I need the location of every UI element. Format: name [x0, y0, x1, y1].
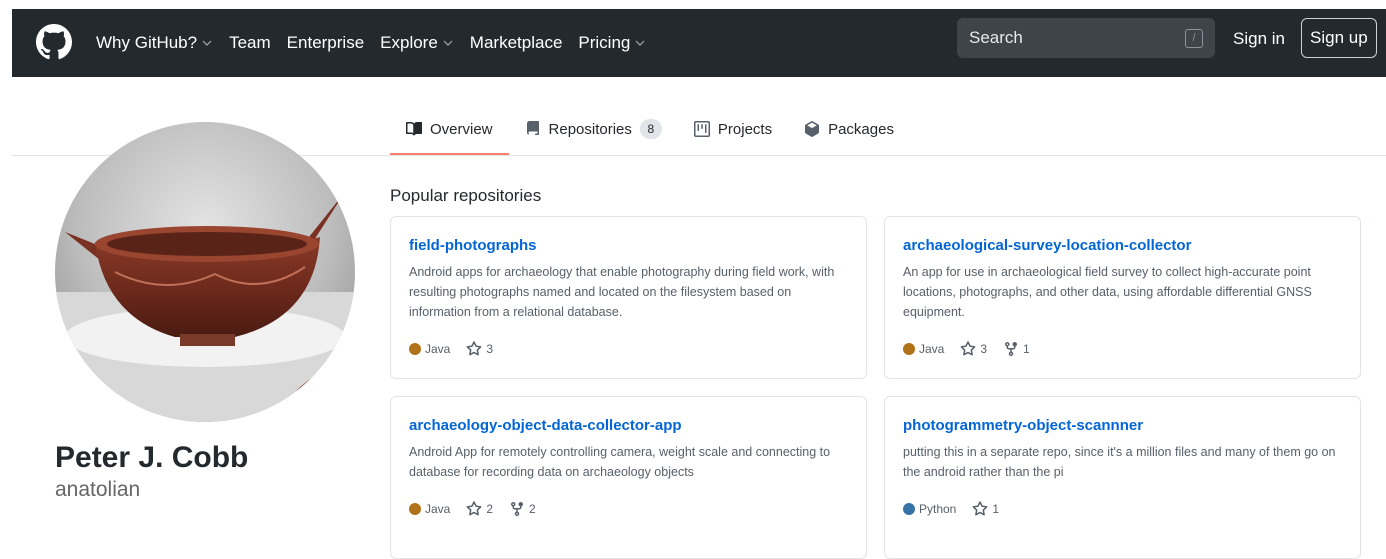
language-color-dot	[903, 503, 915, 515]
tab-label: Packages	[828, 120, 894, 138]
repo-name-link[interactable]: archaeology-object-data-collector-app	[409, 417, 848, 434]
repo-card: photogrammetry-object-scannner putting t…	[884, 396, 1361, 559]
main-nav: Why GitHub? Team Enterprise Explore Mark…	[96, 9, 662, 77]
package-icon	[805, 121, 820, 137]
repo-description: An app for use in archaeological field s…	[903, 265, 1312, 319]
fork-icon	[511, 502, 524, 517]
nav-team[interactable]: Team	[229, 33, 271, 53]
nav-pricing[interactable]: Pricing	[578, 33, 646, 53]
sign-up-button[interactable]: Sign up	[1301, 18, 1377, 58]
site-header: Why GitHub? Team Enterprise Explore Mark…	[12, 9, 1386, 77]
chevron-down-icon	[443, 40, 453, 46]
nav-label: Explore	[380, 33, 438, 52]
profile-fullname: Peter J. Cobb	[55, 441, 249, 474]
nav-label: Pricing	[578, 33, 631, 52]
repo-stars-link[interactable]: 3	[960, 341, 987, 357]
book-icon	[406, 121, 422, 136]
star-count: 3	[486, 342, 494, 356]
repo-icon	[526, 121, 539, 135]
language-label: Java	[425, 342, 451, 356]
github-logo-icon[interactable]	[36, 24, 72, 60]
tab-label: Projects	[717, 120, 773, 138]
language-color-dot	[409, 503, 421, 515]
repo-description: putting this in a separate repo, since i…	[903, 445, 1336, 479]
search-box[interactable]: /	[957, 18, 1215, 58]
nav-label: Enterprise	[286, 33, 365, 52]
tab-label: Repositories	[548, 120, 632, 138]
star-icon	[972, 501, 988, 516]
nav-label: Why GitHub?	[96, 33, 198, 52]
search-shortcut-hint: /	[1185, 29, 1203, 48]
repo-description: Android App for remotely controlling cam…	[409, 445, 831, 479]
nav-enterprise[interactable]: Enterprise	[287, 33, 364, 53]
popular-repos-heading: Popular repositories	[390, 186, 542, 205]
repo-count-badge: 8	[639, 119, 662, 139]
repo-stars-link[interactable]: 2	[466, 501, 493, 517]
fork-icon	[1005, 342, 1018, 357]
star-icon	[960, 341, 976, 356]
repo-card: field-photographs Android apps for archa…	[390, 216, 867, 379]
nav-label: Team	[229, 33, 271, 52]
tab-packages[interactable]: Packages	[788, 105, 910, 153]
repo-forks-link[interactable]: 2	[509, 501, 536, 517]
repo-name-link[interactable]: field-photographs	[409, 237, 848, 254]
repo-description: Android apps for archaeology that enable…	[409, 265, 835, 319]
star-count: 3	[980, 342, 988, 356]
tab-overview[interactable]: Overview	[390, 105, 509, 155]
repo-stars-link[interactable]: 3	[466, 341, 493, 357]
tab-repositories[interactable]: Repositories 8	[509, 105, 678, 153]
search-input[interactable]	[969, 28, 1169, 48]
fork-count: 1	[1023, 342, 1030, 356]
repo-meta: Python 1	[903, 501, 1015, 517]
sign-in-link[interactable]: Sign in	[1233, 29, 1285, 49]
nav-marketplace[interactable]: Marketplace	[470, 33, 563, 53]
repo-card: archaeological-survey-location-collector…	[884, 216, 1361, 379]
project-icon	[693, 121, 710, 137]
chevron-down-icon	[635, 40, 645, 46]
star-icon	[466, 341, 482, 356]
repo-meta: Java 2 2	[409, 501, 552, 517]
profile-avatar[interactable]	[55, 122, 355, 422]
nav-label: Marketplace	[469, 33, 563, 52]
tab-projects[interactable]: Projects	[678, 105, 788, 153]
chevron-down-icon	[202, 40, 212, 46]
repo-forks-link[interactable]: 1	[1003, 341, 1030, 357]
nav-explore[interactable]: Explore	[380, 33, 454, 53]
language-color-dot	[409, 343, 421, 355]
repo-card: archaeology-object-data-collector-app An…	[390, 396, 867, 559]
language-color-dot	[903, 343, 915, 355]
repo-meta: Java 3 1	[903, 341, 1046, 357]
language-label: Java	[919, 342, 945, 356]
profile-username: anatolian	[55, 478, 141, 501]
repo-name-link[interactable]: archaeological-survey-location-collector	[903, 237, 1342, 254]
profile-tabs: Overview Repositories 8 Projects Package…	[390, 105, 910, 155]
repo-stars-link[interactable]: 1	[972, 501, 999, 517]
repo-name-link[interactable]: photogrammetry-object-scannner	[903, 417, 1342, 434]
repo-meta: Java 3	[409, 341, 509, 357]
tab-label: Overview	[430, 120, 493, 138]
repo-language: Java	[903, 342, 944, 356]
star-icon	[466, 501, 482, 516]
repo-language: Java	[409, 342, 450, 356]
avatar-image	[55, 122, 355, 422]
nav-why-github[interactable]: Why GitHub?	[96, 33, 213, 53]
